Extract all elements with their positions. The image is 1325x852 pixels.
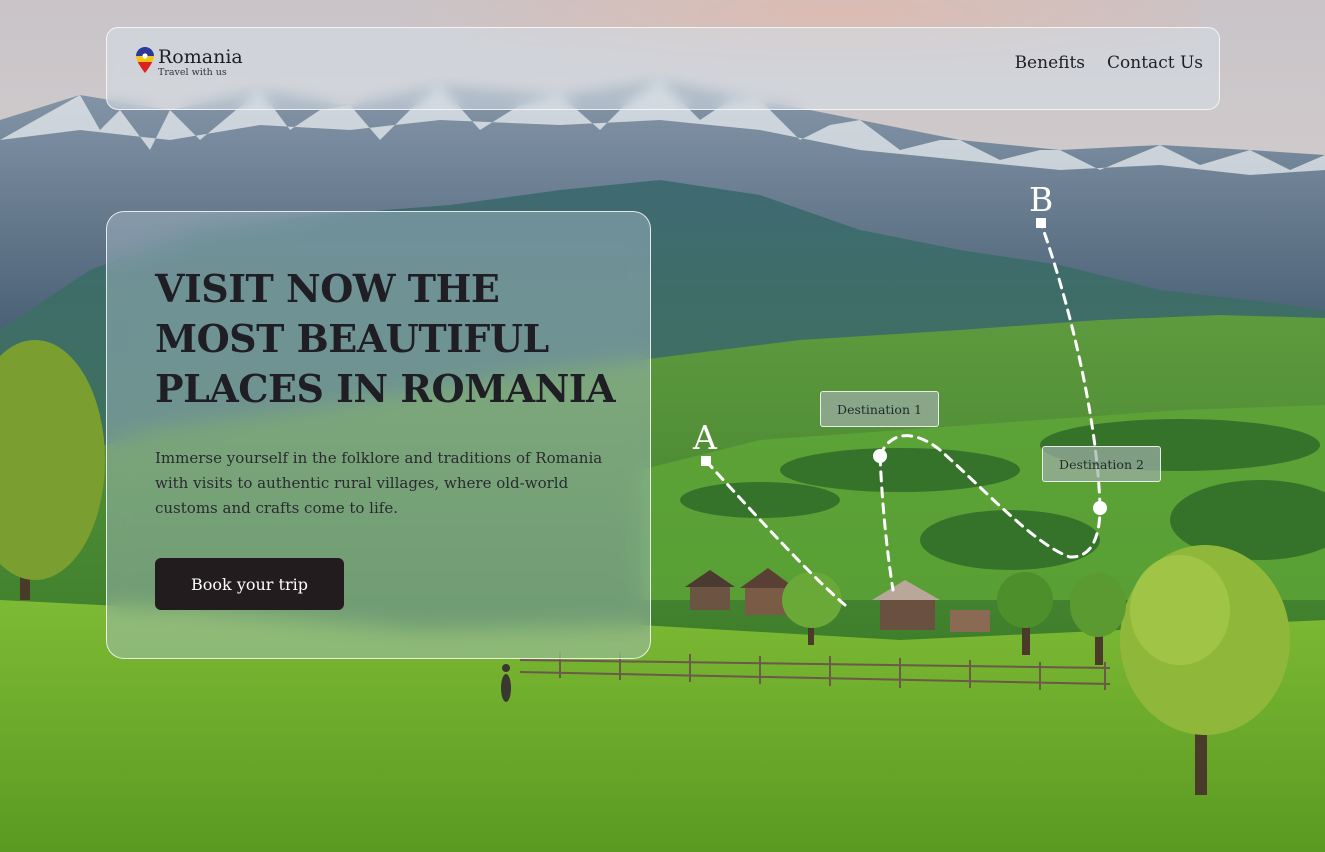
destination-2-marker — [1093, 501, 1107, 515]
nav-link-benefits[interactable]: Benefits — [1015, 53, 1085, 73]
book-trip-button[interactable]: Book your trip — [155, 558, 344, 610]
main-nav: Benefits Contact Us — [1015, 53, 1203, 73]
route-point-b-label: B — [1029, 180, 1054, 219]
navbar: Romania Travel with us Benefits Contact … — [106, 27, 1220, 110]
brand-logo[interactable]: Romania Travel with us — [136, 47, 243, 78]
hero-title: VISIT NOW THE MOST BEAUTIFUL PLACES IN R… — [155, 266, 616, 411]
route-point-a-label: A — [693, 418, 717, 457]
map-pin-icon — [136, 47, 154, 73]
route-point-b-marker — [1036, 218, 1046, 228]
route-point-a-marker — [701, 456, 711, 466]
destination-2-tag: Destination 2 — [1042, 446, 1161, 482]
destination-1-tag: Destination 1 — [820, 391, 939, 427]
brand-tagline: Travel with us — [158, 67, 227, 78]
hero-card: VISIT NOW THE MOST BEAUTIFUL PLACES IN R… — [106, 211, 651, 659]
route-path-dest1-down — [878, 454, 895, 592]
brand-name: Romania — [158, 46, 243, 68]
hero-description: Immerse yourself in the folklore and tra… — [155, 449, 603, 517]
destination-1-marker — [873, 449, 887, 463]
nav-link-contact-us[interactable]: Contact Us — [1107, 53, 1203, 73]
route-path-a-to-dest1 — [704, 459, 847, 607]
